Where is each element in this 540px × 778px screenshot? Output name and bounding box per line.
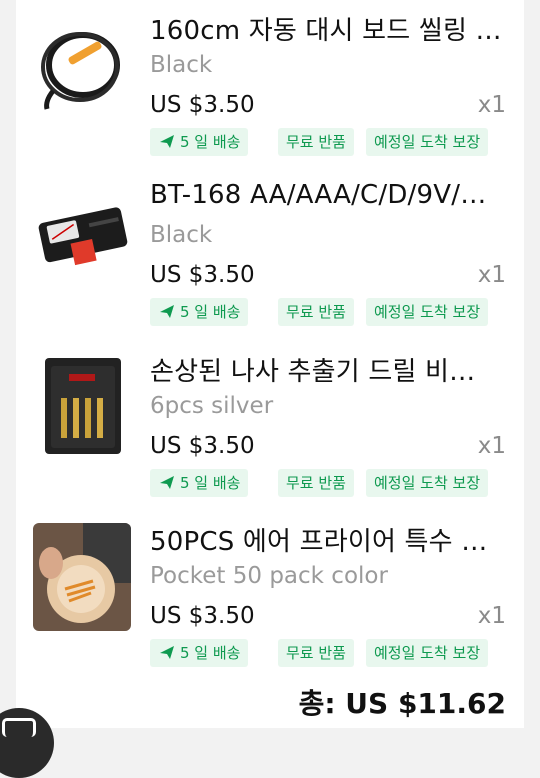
product-variant: Black xyxy=(150,222,213,248)
order-items-card: 160cm 자동 대시 보드 씰링 … Black US $3.50 x1 5 … xyxy=(16,0,524,728)
guaranteed-arrival-badge: 예정일 도착 보장 xyxy=(366,469,489,497)
product-variant: Pocket 50 pack color xyxy=(150,563,388,589)
order-item[interactable]: 160cm 자동 대시 보드 씰링 … Black US $3.50 x1 5 … xyxy=(16,0,524,160)
product-quantity: x1 xyxy=(477,262,506,288)
product-quantity: x1 xyxy=(477,92,506,118)
guaranteed-arrival-badge: 예정일 도착 보장 xyxy=(366,128,489,156)
delivery-days-badge: 5 일 배송 xyxy=(150,639,249,667)
product-image-screw-extractor[interactable] xyxy=(33,352,131,460)
screw-extractor-set-icon xyxy=(45,358,121,454)
product-title[interactable]: 손상된 나사 추출기 드릴 비… xyxy=(150,351,510,388)
order-total: 총: US $11.62 xyxy=(298,687,506,720)
product-price: US $3.50 xyxy=(150,603,255,629)
product-quantity: x1 xyxy=(477,603,506,629)
product-image-battery-tester[interactable] xyxy=(33,181,131,289)
product-variant: 6pcs silver xyxy=(150,393,274,419)
order-item[interactable]: BT-168 AA/AAA/C/D/9V/… Black US $3.50 x1… xyxy=(16,170,524,330)
guaranteed-arrival-badge: 예정일 도착 보장 xyxy=(366,298,489,326)
airplane-icon xyxy=(160,305,174,318)
rubber-seal-strip-icon xyxy=(41,32,120,110)
delivery-days-badge: 5 일 배송 xyxy=(150,128,249,156)
product-title[interactable]: BT-168 AA/AAA/C/D/9V/… xyxy=(150,180,510,210)
order-item[interactable]: 손상된 나사 추출기 드릴 비… 6pcs silver US $3.50 x1… xyxy=(16,341,524,501)
free-return-badge: 무료 반품 xyxy=(278,469,354,497)
product-variant: Black xyxy=(150,52,213,78)
free-return-badge: 무료 반품 xyxy=(278,128,354,156)
delivery-days-badge: 5 일 배송 xyxy=(150,469,249,497)
battery-tester-icon xyxy=(38,207,128,266)
product-title[interactable]: 160cm 자동 대시 보드 씰링 … xyxy=(150,10,510,47)
product-quantity: x1 xyxy=(477,433,506,459)
product-price: US $3.50 xyxy=(150,433,255,459)
delivery-days-badge: 5 일 배송 xyxy=(150,298,249,326)
airplane-icon xyxy=(160,646,174,659)
airplane-icon xyxy=(160,135,174,148)
order-item[interactable]: 50PCS 에어 프라이어 특수 … Pocket 50 pack color … xyxy=(16,511,524,671)
product-price: US $3.50 xyxy=(150,92,255,118)
free-return-badge: 무료 반품 xyxy=(278,639,354,667)
product-image-seal-strip[interactable] xyxy=(33,11,131,119)
guaranteed-arrival-badge: 예정일 도착 보장 xyxy=(366,639,489,667)
free-return-badge: 무료 반품 xyxy=(278,298,354,326)
air-fryer-paper-icon xyxy=(33,523,131,631)
product-price: US $3.50 xyxy=(150,262,255,288)
product-image-air-fryer-paper[interactable] xyxy=(33,523,131,631)
airplane-icon xyxy=(160,476,174,489)
product-title[interactable]: 50PCS 에어 프라이어 특수 … xyxy=(150,521,510,558)
